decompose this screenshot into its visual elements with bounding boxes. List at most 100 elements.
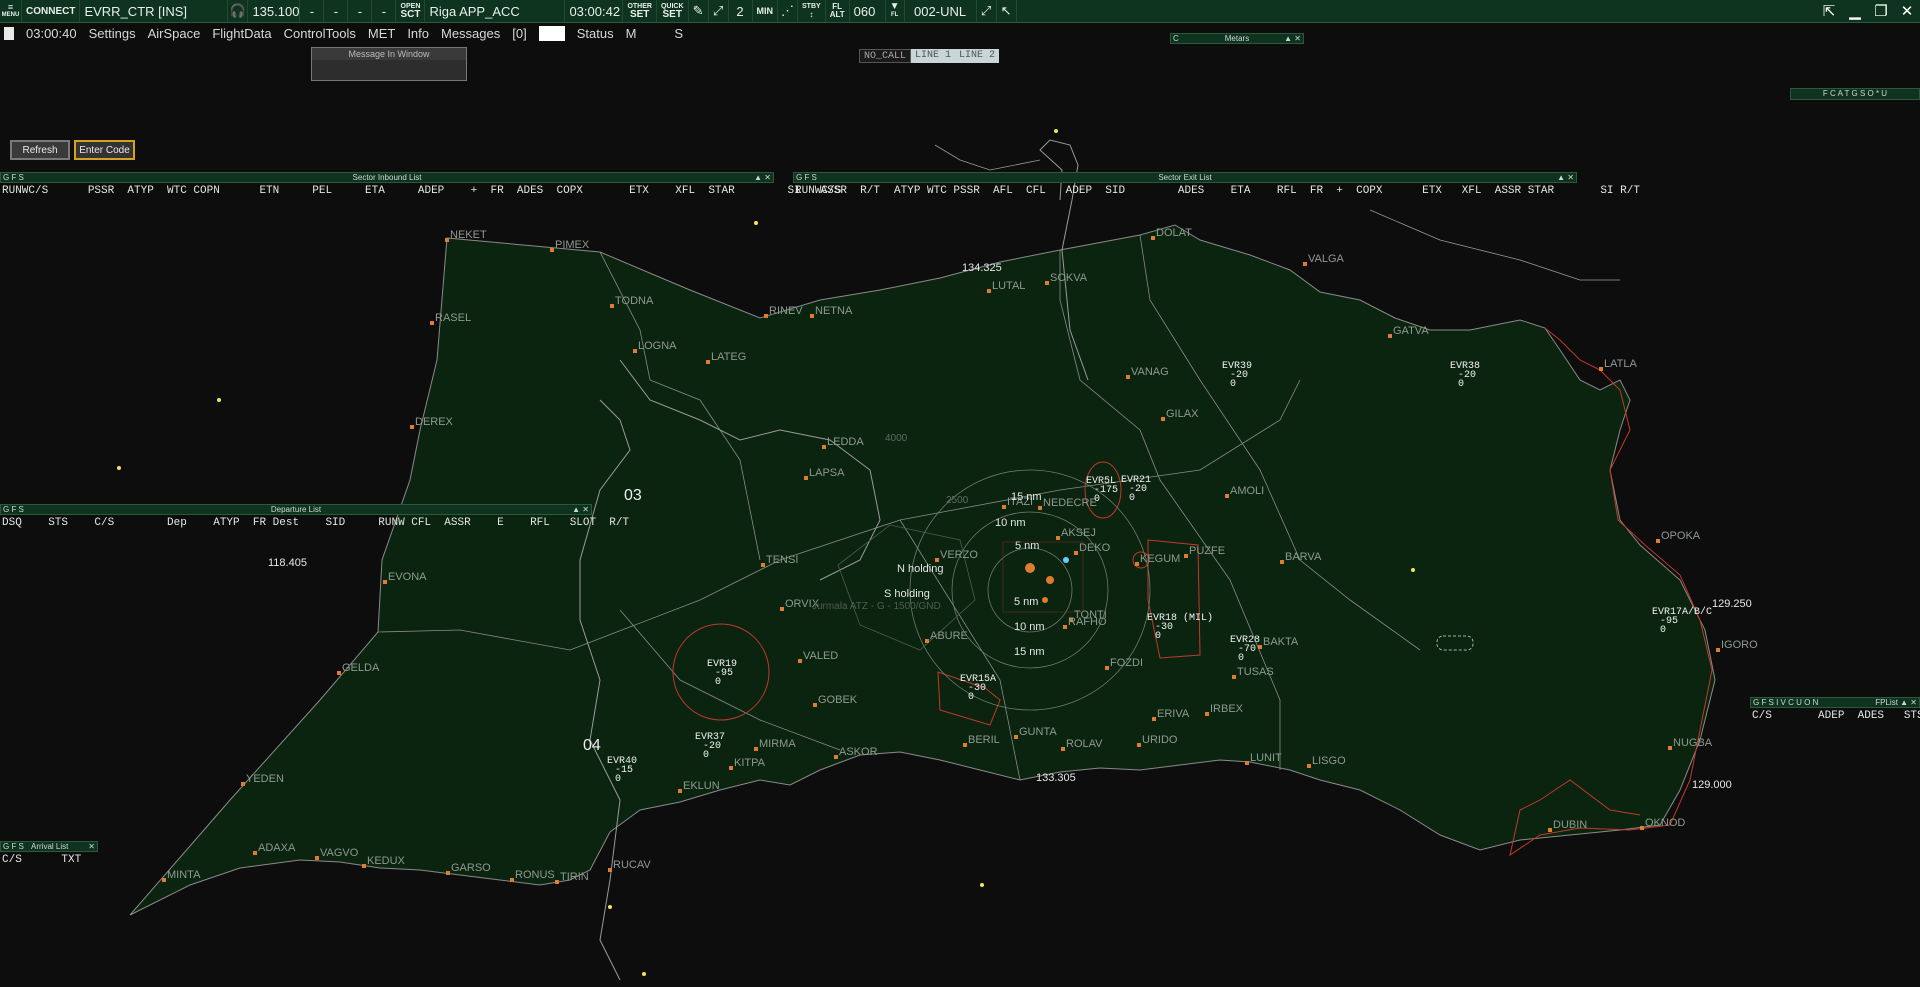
waypoint-marker[interactable] [362,864,366,868]
waypoint-label[interactable]: TIRIN [560,871,589,883]
close-icon[interactable]: ✕ [1894,0,1920,22]
waypoint-marker[interactable] [706,360,710,364]
stby-button[interactable]: STBY ↕ [798,0,826,22]
fp-list-titlebar[interactable]: G F S I V C U O N FPList ▲ ✕ [1750,697,1920,708]
waypoint-label[interactable]: OPOKA [1661,530,1701,542]
waypoint-marker[interactable] [550,248,554,252]
metars-panel[interactable]: C Metars ▲ ✕ [1170,33,1304,44]
waypoint-label[interactable]: KEGUM [1140,553,1180,565]
menu-square-toggle[interactable] [4,27,14,40]
fl-alt-button[interactable]: FL ALT [826,0,850,22]
waypoint-label[interactable]: DEREX [415,416,454,428]
call-line-2[interactable]: LINE 2 [955,49,1000,63]
maximize-icon[interactable]: ❐ [1868,0,1894,22]
waypoint-label[interactable]: VALGA [1308,253,1345,265]
waypoint-marker[interactable] [1245,761,1249,765]
fp-list-title-controls[interactable]: FPList ▲ ✕ [1875,698,1917,707]
waypoint-label[interactable]: TODNA [615,295,654,307]
measure-icon[interactable]: ⤢ [709,0,729,22]
menu-item-settings[interactable]: Settings [83,26,142,41]
arrival-list-titlebar[interactable]: G F S Arrival List ✕ [0,841,98,852]
waypoint-marker[interactable] [764,314,768,318]
menu-item-m[interactable]: M [620,26,643,41]
pen-icon[interactable]: ✎ [689,0,709,22]
waypoint-marker[interactable] [1280,560,1284,564]
waypoint-label[interactable]: GELDA [342,662,380,674]
waypoint-marker[interactable] [1063,625,1067,629]
waypoint-label[interactable]: GARSO [451,862,491,874]
waypoint-marker[interactable] [1126,375,1130,379]
waypoint-marker[interactable] [1640,826,1644,830]
refresh-button[interactable]: Refresh [10,140,70,160]
waypoint-marker[interactable] [1074,551,1078,555]
waypoint-label[interactable]: MINTA [167,869,201,881]
waypoint-marker[interactable] [1061,747,1065,751]
waypoint-label[interactable]: LOGNA [638,340,677,352]
enter-code-button[interactable]: Enter Code [74,140,135,160]
waypoint-marker[interactable] [1303,262,1307,266]
waypoint-label[interactable]: AKSEJ [1061,527,1096,539]
waypoint-marker[interactable] [608,868,612,872]
metars-controls-icon[interactable]: ▲ ✕ [1284,34,1301,43]
waypoint-label[interactable]: VAGVO [320,847,359,859]
menu-button[interactable]: ≡ MENU [0,0,22,22]
waypoint-label[interactable]: EKLUN [683,780,720,792]
waypoint-label[interactable]: KEDUX [367,855,406,867]
waypoint-marker[interactable] [1105,666,1109,670]
message-input-box[interactable] [538,26,565,41]
waypoint-marker[interactable] [1161,417,1165,421]
waypoint-label[interactable]: IRBEX [1210,703,1244,715]
waypoint-marker[interactable] [1184,554,1188,558]
waypoint-marker[interactable] [798,659,802,663]
waypoint-marker[interactable] [1014,735,1018,739]
waypoint-label[interactable]: TENSI [766,554,798,566]
waypoint-label[interactable]: BARVA [1285,551,1322,563]
call-line-1[interactable]: LINE 1 [911,49,956,63]
waypoint-marker[interactable] [963,743,967,747]
waypoint-marker[interactable] [1205,712,1209,716]
waypoint-label[interactable]: RASEL [435,312,471,324]
waypoint-marker[interactable] [445,238,449,242]
waypoint-marker[interactable] [430,321,434,325]
waypoint-marker[interactable] [1151,236,1155,240]
waypoint-label[interactable]: NETNA [815,305,853,317]
waypoint-label[interactable]: GUNTA [1019,726,1057,738]
min-button[interactable]: MIN [753,0,779,22]
waypoint-label[interactable]: PUZFE [1189,545,1225,557]
menu-item-status[interactable]: Status [571,26,620,41]
waypoint-label[interactable]: LATLA [1604,358,1637,370]
message-window[interactable]: Message In Window [311,47,467,81]
waypoint-marker[interactable] [253,851,257,855]
waypoint-label[interactable]: TUSAS [1237,666,1274,678]
fp-list-flags[interactable]: G F S I V C U O N [1753,698,1818,707]
waypoint-marker[interactable] [315,856,319,860]
waypoint-marker[interactable] [822,445,826,449]
waypoint-marker[interactable] [1716,648,1720,652]
waypoint-label[interactable]: VERZO [940,549,978,561]
waypoint-marker[interactable] [834,755,838,759]
waypoint-label[interactable]: DEKO [1079,542,1111,554]
waypoint-marker[interactable] [804,476,808,480]
waypoint-marker[interactable] [729,766,733,770]
waypoint-label[interactable]: DUBIN [1553,819,1587,831]
transition-level[interactable]: 060 [850,0,886,22]
level-filter-display[interactable]: 002-UNL [905,0,977,22]
arrival-list-close-icon[interactable]: ✕ [88,842,95,851]
waypoint-label[interactable]: LUTAL [992,280,1025,292]
quick-set-button[interactable]: QUICK SET [657,0,689,22]
waypoint-marker[interactable] [935,558,939,562]
sector-exit-controls-icon[interactable]: ▲ ✕ [1557,173,1574,182]
waypoint-marker[interactable] [1135,562,1139,566]
waypoint-marker[interactable] [1232,675,1236,679]
waypoint-label[interactable]: FOZDI [1110,657,1143,669]
waypoint-marker[interactable] [1056,536,1060,540]
waypoint-label[interactable]: ROLAV [1066,738,1103,750]
waypoint-label[interactable]: ASKOR [839,746,878,758]
departure-list-titlebar[interactable]: G F S Departure List ▲ ✕ [0,504,592,515]
waypoint-marker[interactable] [678,789,682,793]
menu-item-met[interactable]: MET [362,26,401,41]
waypoint-marker[interactable] [383,580,387,584]
waypoint-label[interactable]: RONUS [515,869,555,881]
frequency-display[interactable]: 135.100 [248,0,301,22]
restore-layout-icon[interactable]: ⇱ [1816,0,1842,22]
